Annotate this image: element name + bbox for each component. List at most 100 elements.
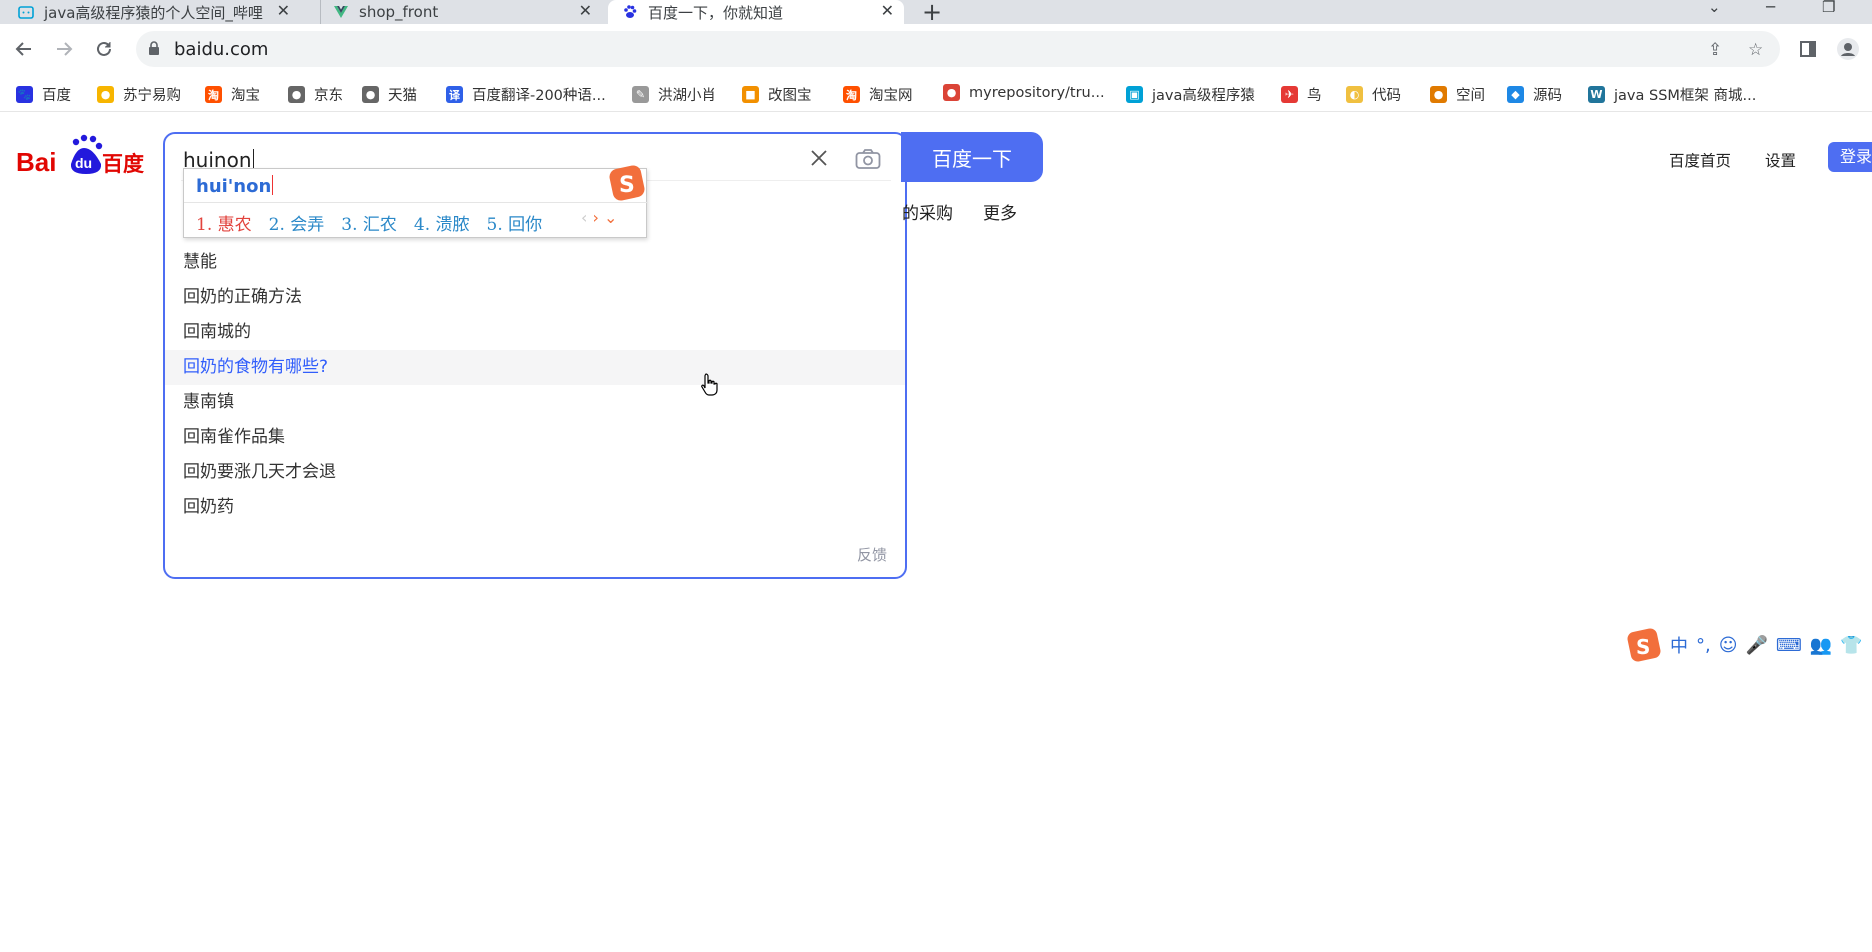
svg-text:du: du: [75, 155, 92, 171]
restore-icon[interactable]: ❐: [1822, 0, 1835, 16]
bookmark-label: 百度: [42, 88, 71, 104]
login-button[interactable]: 登录: [1828, 142, 1872, 172]
sogou-logo-icon: S: [607, 163, 647, 207]
close-icon[interactable]: ✕: [579, 0, 592, 22]
suggestion-item[interactable]: 回南城的: [165, 315, 905, 350]
bookmark-item[interactable]: ▣ java高级程序猿: [1126, 84, 1255, 105]
bookmark-item[interactable]: ● 空间: [1430, 84, 1485, 105]
suggestion-item[interactable]: 回奶要涨几天才会退: [165, 455, 905, 490]
tab-bilibili[interactable]: java高级程序猿的个人空间_哔哩 ✕: [18, 0, 300, 24]
bookmark-item[interactable]: 淘淘宝: [205, 84, 260, 105]
address-bar[interactable]: baidu.com ⇪ ☆: [136, 31, 1780, 67]
tab-shop-front[interactable]: shop_front ✕: [320, 0, 602, 24]
suggestion-item[interactable]: 回奶药: [165, 490, 905, 525]
bookmark-favicon-icon: W: [1588, 86, 1605, 103]
bookmark-item[interactable]: ✈ 鸟: [1281, 84, 1322, 105]
bookmarks-bar: 🐾 百度 ● 苏宁易购淘淘宝 ● 京东 ● 天猫译百度翻译-200种语... ✎ 洪湖小肖 ■ 改图宝…: [0, 76, 1872, 112]
tab-baidu-active[interactable]: 百度一下，你就知道 ✕: [608, 0, 904, 24]
clear-icon[interactable]: [809, 148, 829, 172]
bookmark-item[interactable]: 🐾 百度: [16, 84, 71, 105]
bookmark-item[interactable]: ● 苏宁易购: [97, 84, 181, 105]
bookmark-favicon-icon: ●: [288, 86, 305, 103]
bookmark-item[interactable]: Wjava SSM框架 商城...: [1588, 84, 1756, 105]
bookmark-item[interactable]: ● 天猫: [362, 84, 417, 105]
bookmark-favicon-icon: ▣: [1126, 86, 1143, 103]
tab-search-icon[interactable]: ⌄: [1708, 0, 1721, 16]
ime-candidate[interactable]: 1. 惠农: [196, 210, 252, 235]
bookmark-favicon-icon: ●: [943, 84, 960, 101]
lock-icon[interactable]: [148, 41, 160, 60]
profile-icon[interactable]: [1836, 37, 1860, 61]
close-icon[interactable]: ✕: [881, 0, 894, 22]
close-icon[interactable]: ✕: [277, 0, 290, 22]
suggestion-item[interactable]: 慧能: [165, 245, 905, 280]
settings-link[interactable]: 设置: [1765, 149, 1796, 171]
hand-cursor-icon: [700, 372, 718, 400]
bookmark-favicon-icon: ●: [97, 86, 114, 103]
bookmark-item[interactable]: ◐ 代码: [1346, 84, 1401, 105]
punctuation-icon[interactable]: °,: [1696, 635, 1711, 656]
tab-title: shop_front: [359, 3, 439, 21]
bookmark-label: 改图宝: [768, 88, 812, 104]
bookmark-favicon-icon: 🐾: [16, 86, 33, 103]
suggestion-item[interactable]: 惠南镇: [165, 385, 905, 420]
user-icon[interactable]: 👥: [1810, 635, 1832, 656]
bookmark-label: java高级程序猿: [1152, 88, 1255, 104]
bookmark-favicon-icon: ●: [362, 86, 379, 103]
bookmark-label: 天猫: [388, 88, 417, 104]
bookmark-label: 百度翻译-200种语...: [472, 88, 606, 104]
bookmark-favicon-icon: ✈: [1281, 86, 1298, 103]
ime-candidate[interactable]: 5. 回你: [487, 210, 543, 235]
camera-icon[interactable]: [855, 148, 881, 174]
sogou-logo-icon: S: [1627, 628, 1661, 662]
ime-candidate[interactable]: 4. 溃脓: [414, 210, 470, 235]
ime-toolbar: S 中°,☺🎤⌨👥👕▦: [1626, 627, 1872, 663]
bookmark-star-icon[interactable]: ☆: [1748, 40, 1763, 60]
browser-toolbar: baidu.com ⇪ ☆: [0, 24, 1872, 76]
ime-candidate[interactable]: 2. 会弄: [269, 210, 325, 235]
bookmark-label: myrepository/tru...: [969, 84, 1105, 101]
bookmark-label: 淘宝网: [869, 88, 913, 104]
skin-icon[interactable]: 👕: [1840, 635, 1862, 656]
minimize-icon[interactable]: ─: [1766, 0, 1775, 16]
tab-title: java高级程序猿的个人空间_哔哩: [44, 3, 263, 22]
bookmark-label: 代码: [1372, 88, 1401, 104]
suggestion-item[interactable]: 回奶的正确方法: [165, 280, 905, 315]
bookmark-item[interactable]: ■ 改图宝: [742, 84, 812, 105]
nav-link-more[interactable]: 更多: [983, 199, 1017, 224]
bookmark-label: 鸟: [1307, 88, 1322, 104]
back-icon[interactable]: [12, 37, 36, 61]
keyboard-icon[interactable]: ⌨: [1776, 635, 1802, 656]
baidu-paw-icon: [622, 4, 638, 20]
bookmark-label: 苏宁易购: [123, 88, 181, 104]
share-icon[interactable]: ⇪: [1708, 40, 1722, 60]
svg-text:百度: 百度: [102, 152, 144, 176]
bookmark-favicon-icon: ■: [742, 86, 759, 103]
bookmark-item[interactable]: ● 京东: [288, 84, 343, 105]
microphone-icon[interactable]: 🎤: [1746, 635, 1768, 656]
suggestion-item[interactable]: 回奶的食物有哪些?: [165, 350, 905, 385]
baidu-logo[interactable]: Bai du 百度: [16, 134, 146, 178]
suggestion-item[interactable]: 回南雀作品集: [165, 420, 905, 455]
bookmark-item[interactable]: 淘淘宝网: [843, 84, 913, 105]
bookmark-item[interactable]: 译百度翻译-200种语...: [446, 84, 606, 105]
forward-icon[interactable]: [52, 37, 76, 61]
search-button[interactable]: 百度一下: [901, 132, 1043, 182]
feedback-link[interactable]: 反馈: [857, 544, 887, 565]
new-tab-button[interactable]: +: [922, 0, 942, 26]
ime-candidate[interactable]: 3. 汇农: [341, 210, 397, 235]
bookmark-favicon-icon: ✎: [632, 86, 649, 103]
url-text[interactable]: baidu.com: [174, 39, 268, 60]
bookmark-item[interactable]: ✎ 洪湖小肖: [632, 84, 716, 105]
bilibili-icon: [18, 4, 34, 20]
side-panel-icon[interactable]: [1796, 37, 1820, 61]
ime-pager[interactable]: ‹ › ⌄: [581, 208, 617, 227]
ime-candidates: 1. 惠农 2. 会弄 3. 汇农 4. 溃脓 5. 回你: [196, 210, 559, 235]
nav-link-purchase[interactable]: 的采购: [902, 199, 953, 224]
home-link[interactable]: 百度首页: [1669, 149, 1731, 171]
bookmark-item[interactable]: ◆ 源码: [1507, 84, 1562, 105]
reload-icon[interactable]: [92, 37, 116, 61]
emoji-icon[interactable]: ☺: [1719, 635, 1738, 656]
bookmark-item[interactable]: ● myrepository/tru...: [943, 84, 1105, 101]
ime-mode-icon[interactable]: 中: [1670, 632, 1688, 658]
